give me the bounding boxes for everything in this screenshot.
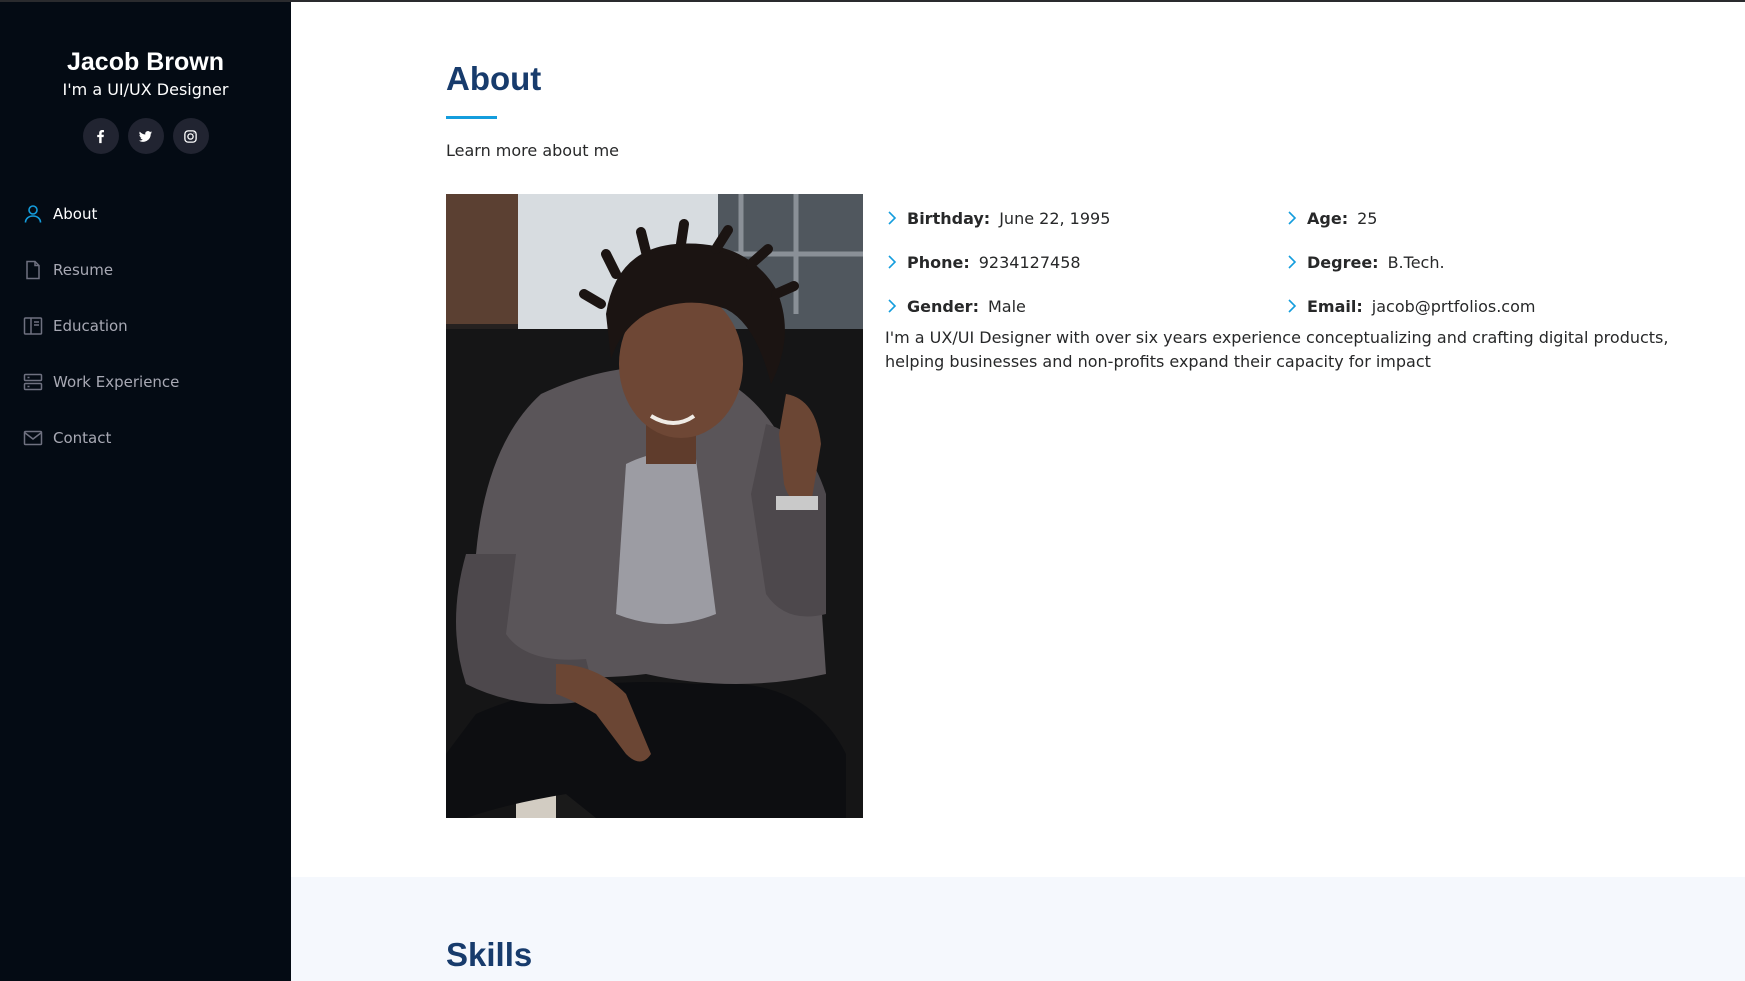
- instagram-icon: [184, 129, 197, 143]
- twitter-link[interactable]: [127, 118, 164, 154]
- chevron-right-icon: [885, 210, 899, 226]
- nav-label-resume: Resume: [53, 261, 114, 279]
- chevron-right-icon: [885, 298, 899, 314]
- server-icon: [22, 371, 44, 393]
- person-icon: [22, 203, 44, 225]
- chevron-right-icon: [1285, 254, 1299, 270]
- info-value: Male: [987, 296, 1026, 316]
- info-value: jacob@prtfolios.com: [1371, 296, 1536, 316]
- info-birthday: Birthday: June 22, 1995: [885, 209, 1285, 228]
- social-links: [0, 118, 291, 154]
- nav-item-contact[interactable]: Contact: [0, 410, 291, 466]
- about-title: About: [446, 60, 542, 97]
- nav-label-education: Education: [53, 317, 128, 335]
- info-label: Degree:: [1307, 252, 1379, 272]
- skills-section: Skills: [291, 877, 1745, 981]
- chevron-right-icon: [1285, 298, 1299, 314]
- portrait-photo: [446, 194, 863, 818]
- info-row: Gender: Male Email: jacob@prtfolios.com: [885, 284, 1685, 328]
- info-degree: Degree: B.Tech.: [1285, 253, 1685, 272]
- book-icon: [22, 315, 44, 337]
- nav-item-education[interactable]: Education: [0, 298, 291, 354]
- chevron-right-icon: [885, 254, 899, 270]
- nav-label-contact: Contact: [53, 429, 112, 447]
- profile-name[interactable]: Jacob Brown: [0, 48, 291, 77]
- info-value: June 22, 1995: [999, 208, 1111, 228]
- top-border: [0, 0, 1745, 2]
- about-subtitle: Learn more about me: [446, 141, 620, 160]
- info-label: Birthday:: [907, 208, 991, 228]
- skills-title: Skills: [446, 936, 533, 973]
- info-row: Birthday: June 22, 1995 Age: 25: [885, 196, 1685, 240]
- sidebar-nav: About Resume Education Work Experience C…: [0, 186, 291, 466]
- twitter-icon: [138, 130, 153, 142]
- sidebar: Jacob Brown I'm a UI/UX Designer About R…: [0, 0, 291, 981]
- file-icon: [22, 259, 44, 281]
- nav-label-work-experience: Work Experience: [53, 373, 180, 391]
- title-underline: [446, 116, 497, 119]
- nav-label-about: About: [53, 205, 98, 223]
- info-value: 25: [1357, 208, 1378, 228]
- info-age: Age: 25: [1285, 209, 1685, 228]
- info-gender: Gender: Male: [885, 297, 1285, 316]
- nav-item-about[interactable]: About: [0, 186, 291, 242]
- facebook-link[interactable]: [82, 118, 119, 154]
- info-email: Email: jacob@prtfolios.com: [1285, 297, 1685, 316]
- main-content: About Learn more about me Birthday: June…: [291, 0, 1745, 981]
- info-row: Phone: 9234127458 Degree: B.Tech.: [885, 240, 1685, 284]
- info-value: 9234127458: [978, 252, 1081, 272]
- nav-item-resume[interactable]: Resume: [0, 242, 291, 298]
- instagram-link[interactable]: [172, 118, 209, 154]
- info-label: Age:: [1307, 208, 1349, 228]
- chevron-right-icon: [1285, 210, 1299, 226]
- nav-item-work-experience[interactable]: Work Experience: [0, 354, 291, 410]
- envelope-icon: [22, 427, 44, 449]
- facebook-icon: [97, 129, 104, 143]
- info-value: B.Tech.: [1387, 252, 1445, 272]
- about-info-list: Birthday: June 22, 1995 Age: 25 Phone: 9…: [885, 196, 1685, 328]
- profile-tagline: I'm a UI/UX Designer: [62, 80, 229, 99]
- info-label: Phone:: [907, 252, 970, 272]
- info-label: Email:: [1307, 296, 1363, 316]
- info-phone: Phone: 9234127458: [885, 253, 1285, 272]
- info-label: Gender:: [907, 296, 979, 316]
- about-description: I'm a UX/UI Designer with over six years…: [885, 328, 1669, 371]
